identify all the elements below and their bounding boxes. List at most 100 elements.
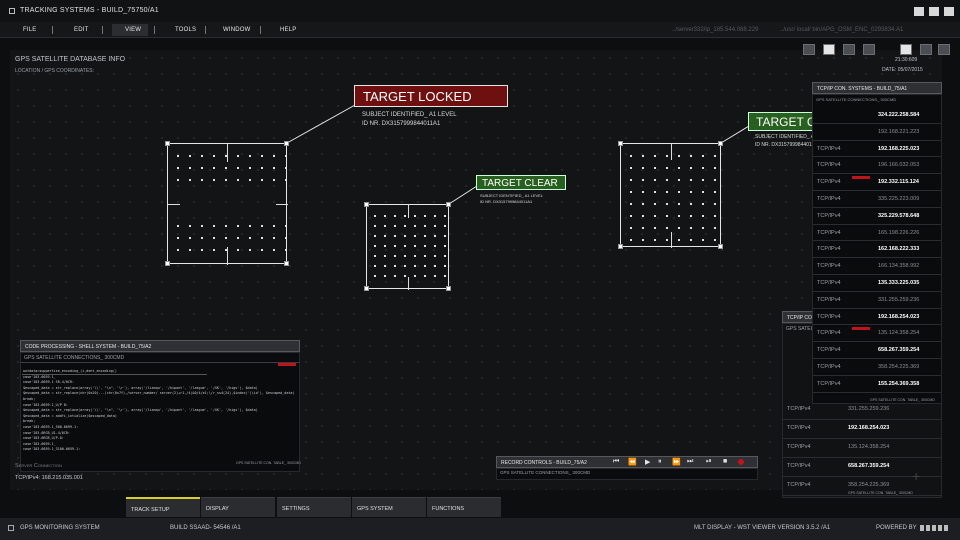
code-panel-subtitle: GPS SATELLITE CONNECTIONS_ 300CMD <box>24 355 125 361</box>
step-icon[interactable]: ⏯ <box>706 458 712 466</box>
record-panel-title: RECORD CONTROLS - BUILD_75/A2 <box>496 456 758 468</box>
target-locked-line2: ID NR. DX3157999844011A1 <box>362 121 441 127</box>
fast-forward-icon[interactable]: ⏩ <box>672 458 681 466</box>
code-line: break; <box>23 419 36 424</box>
code-line: outdata=suppertise_encoding_(i,dent_enco… <box>23 369 117 373</box>
ip-address-cell: 192.332.115.124 <box>878 179 919 186</box>
target-clear-1-line2: ID NR. DX3157999844011A1 <box>480 199 533 204</box>
target-clear-2-line2: ID NR. DX3157999844011A1 <box>755 142 821 148</box>
activity-indicator <box>852 327 870 330</box>
protocol-cell: TCP/IPv4 <box>787 425 811 431</box>
record-icon[interactable] <box>738 459 744 465</box>
code-line: $escaped_data = str_replace(chr(0x20)...… <box>23 391 295 396</box>
ip-address-cell: 196.166.032.053 <box>878 162 920 169</box>
code-panel-title: CODE PROCESSING - SHELL SYSTEM - BUILD_7… <box>20 340 300 352</box>
code-line: case'I03-6659-1_500-6699-1: <box>23 425 79 429</box>
code-line: $escaped_data = addfi_intialize($escaped… <box>23 413 117 418</box>
code-line: $escaped_data = str_replace(array('\\', … <box>23 408 258 413</box>
status-icon <box>8 525 14 531</box>
protocol-cell: TCP/IPv4 <box>817 380 841 387</box>
ip-address-cell: 192.168.254.023 <box>848 425 890 431</box>
status-app-name: GPS MONITORING SYSTEM <box>20 525 100 531</box>
code-line: case'I03-6RCB_U/P-8: <box>23 436 64 441</box>
target-locked-label: TARGET LOCKED <box>354 85 508 107</box>
rewind-icon[interactable]: ⏪ <box>628 458 637 466</box>
table-row[interactable]: TCP/IPv4 135.124.358.254 <box>783 439 941 458</box>
table-row[interactable]: TCP/IPv4 358.254.225.369 <box>813 359 941 376</box>
ip-address-cell: 358.254.225.369 <box>848 482 890 488</box>
server-ip: TCP/IPv4: 168.215.035.001 <box>15 475 83 481</box>
table-row[interactable]: TCP/IPv4 196.166.032.053 <box>813 157 941 175</box>
table-row[interactable]: TCP/IPv4 135.124.358.254 <box>813 325 941 343</box>
protocol-cell: TCP/IPv4 <box>817 246 841 253</box>
ip-address-cell: 135.124.358.254 <box>878 330 920 337</box>
tcp-panel-2-footer: GPS SATELLITE CON. TABLE_ 300CMD <box>848 491 913 495</box>
ip-address-cell: 155.254.369.358 <box>878 380 920 387</box>
protocol-cell: TCP/IPv4 <box>817 229 841 236</box>
brand-logo <box>920 525 950 531</box>
activity-indicator <box>852 176 870 179</box>
ip-address-cell: 135.124.358.254 <box>848 444 890 450</box>
ip-address-cell: 658.267.359.254 <box>848 463 890 469</box>
table-row[interactable]: TCP/IPv4 658.267.359.254 <box>813 342 941 359</box>
tab-settings[interactable]: SETTINGS <box>277 497 351 517</box>
table-row[interactable]: TCP/IPv4 335.225.223.009 <box>813 191 941 208</box>
code-line: case'I03-6RCB_U1-4/0CR: <box>23 430 70 435</box>
ip-address-cell: 325.229.578.648 <box>878 212 920 219</box>
code-line: case'I03-6659-1_ <box>23 441 56 446</box>
tab-track-setup[interactable]: TRACK SETUP <box>126 497 200 517</box>
protocol-cell: TCP/IPv4 <box>817 196 841 202</box>
protocol-cell: TCP/IPv4 <box>817 280 841 286</box>
protocol-cell: TCP/IPv4 <box>817 347 841 354</box>
ip-address-cell: 331.255.259.236 <box>848 406 890 412</box>
ip-address-cell: 192.168.254.023 <box>878 313 920 320</box>
tracking-box-locked[interactable] <box>165 141 289 266</box>
code-line: $escaped_data = str_replace(array('\\', … <box>23 385 258 390</box>
table-row[interactable]: TCP/IPv4 192.168.254.023 <box>813 309 941 326</box>
table-row[interactable]: 324.222.258.584 <box>813 107 941 124</box>
ip-address-cell: 335.225.223.009 <box>878 196 920 202</box>
protocol-cell: TCP/IPv4 <box>817 263 841 270</box>
tab-gps-system[interactable]: GPS SYSTEM <box>352 497 426 517</box>
ip-address-cell: 135.333.225.035 <box>878 280 920 286</box>
crosshair-icon: + <box>912 468 921 484</box>
protocol-cell: TCP/IPv4 <box>817 296 841 303</box>
table-row[interactable]: TCP/IPv4 155.254.369.358 <box>813 376 941 393</box>
code-line: case'I03-6659-1_3100-6659-1: <box>23 447 81 452</box>
table-row[interactable]: 192.168.221.223 <box>813 124 941 141</box>
table-row[interactable]: TCP/IPv4 166.134.358.992 <box>813 258 941 275</box>
tab-display[interactable]: DISPLAY <box>201 497 275 517</box>
skip-back-icon[interactable]: ⏮ <box>613 458 619 466</box>
table-row[interactable]: TCP/IPv4 162.168.222.333 <box>813 241 941 259</box>
protocol-cell: TCP/IPv4 <box>817 313 841 320</box>
ip-address-cell: 166.134.358.992 <box>878 263 920 270</box>
ip-address-cell: 165.198.226.226 <box>878 229 920 236</box>
play-icon[interactable]: ▶ <box>645 458 650 466</box>
protocol-cell: TCP/IPv4 <box>787 406 811 412</box>
ip-address-cell: 192.168.221.223 <box>878 128 920 135</box>
tab-functions[interactable]: FUNCTIONS <box>427 497 501 517</box>
protocol-cell: TCP/IPv4 <box>817 330 841 337</box>
table-row[interactable]: TCP/IPv4 165.198.226.226 <box>813 225 941 242</box>
status-viewer: MLT DISPLAY - WST VIEWER VERSION 3.5.2 /… <box>694 525 831 531</box>
skip-forward-icon[interactable]: ⏭ <box>687 458 693 466</box>
server-connection-label: Server Connection <box>15 463 62 469</box>
divider <box>20 362 300 363</box>
tcp-panel-1-title: TCP/IP CON. SYSTEMS - BUILD_75/A1 <box>812 82 942 94</box>
protocol-cell: TCP/IPv4 <box>787 444 811 450</box>
table-row[interactable]: TCP/IPv4 135.333.225.035 <box>813 275 941 292</box>
table-row[interactable]: TCP/IPv4 192.168.254.023 <box>783 420 941 439</box>
ip-address-cell: 658.267.359.254 <box>878 347 920 354</box>
tracking-box-clear-1[interactable] <box>364 202 451 291</box>
table-row[interactable]: TCP/IPv4 331.255.259.236 <box>813 292 941 309</box>
pause-icon[interactable]: ⏸ <box>658 458 662 466</box>
stop-icon[interactable]: ■ <box>723 458 727 465</box>
table-row[interactable]: TCP/IPv4 192.332.115.124 <box>813 174 941 191</box>
status-build: BUILD SSAAD- 54546 /A1 <box>170 525 241 531</box>
table-row[interactable]: TCP/IPv4 325.229.578.648 <box>813 208 941 225</box>
table-row[interactable]: TCP/IPv4 192.168.225.023 <box>813 141 941 158</box>
tracking-box-clear-2[interactable] <box>618 141 723 249</box>
target-clear-1-line1: SUBJECT IDENTIFIED_ A1 LEVEL <box>480 193 544 198</box>
code-line: case'I03-6659-1 SR-4/0CR: <box>23 380 75 385</box>
protocol-cell: TCP/IPv4 <box>817 179 841 186</box>
